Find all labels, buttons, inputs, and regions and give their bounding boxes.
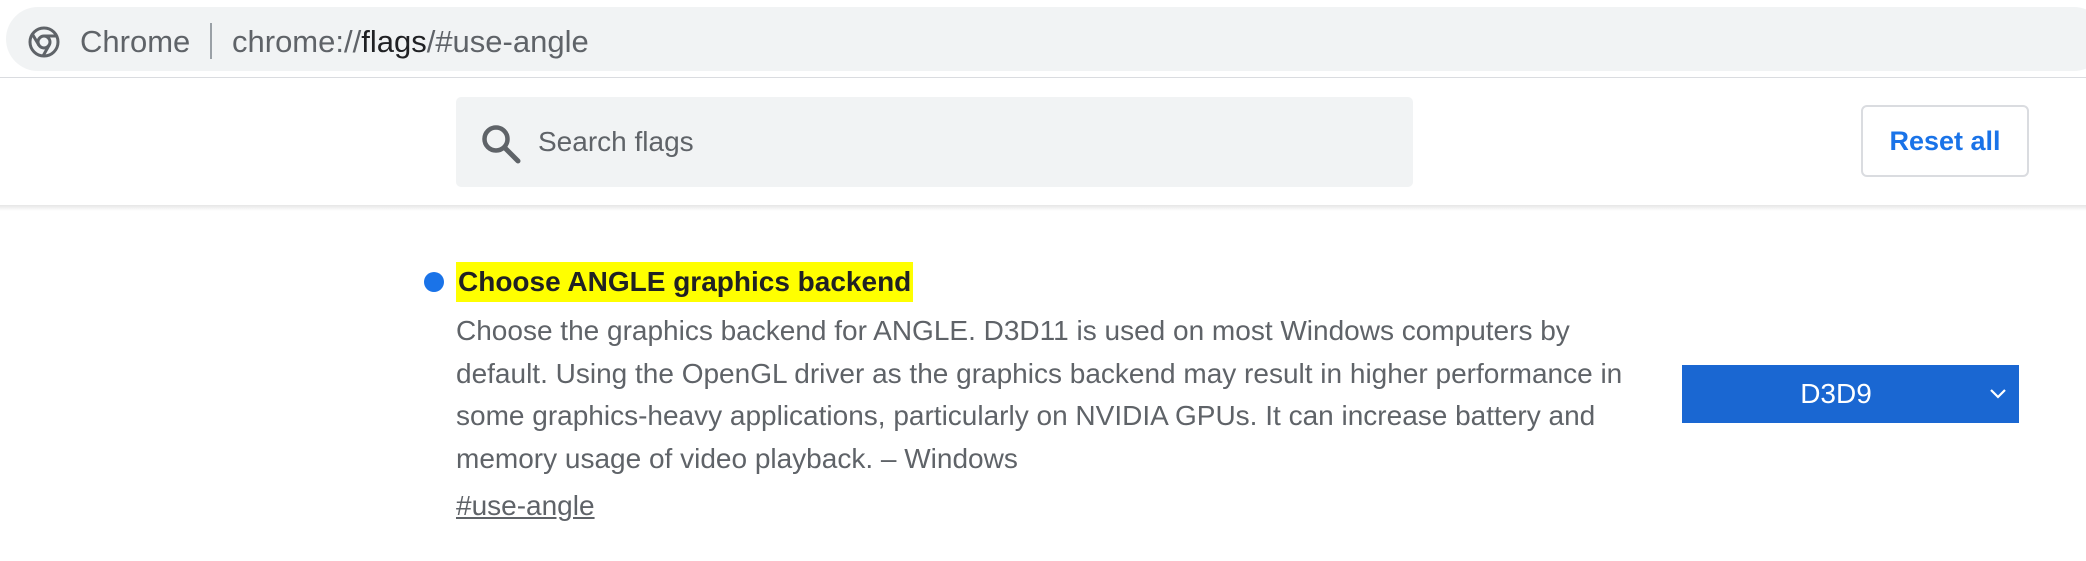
search-icon [482,125,521,164]
omnibox[interactable]: Chrome chrome://flags/#use-angle [6,7,2086,71]
url-host: flags [361,24,427,59]
url-scheme: chrome:// [232,24,362,59]
experiment-option-select[interactable]: D3D9 [1682,365,2019,423]
chevron-down-icon [1990,389,2006,399]
experiment-permalink[interactable]: #use-angle [456,486,595,526]
chrome-logo-icon [28,26,60,58]
experiment-description: Choose the graphics backend for ANGLE. D… [456,315,1623,474]
omnibox-divider [210,23,212,59]
search-box[interactable] [456,97,1413,187]
reset-all-button[interactable]: Reset all [1861,105,2029,177]
omnibox-site-name: Chrome [80,24,191,59]
omnibox-url[interactable]: chrome://flags/#use-angle [232,24,589,60]
experiment-title: Choose ANGLE graphics backend [456,262,914,302]
header-shadow [0,205,2086,211]
url-path: /#use-angle [426,24,589,59]
search-input[interactable] [538,97,1398,187]
modified-indicator-dot [424,272,444,292]
selected-option: D3D9 [1800,378,1872,409]
toolbar-divider [0,77,2086,78]
chrome-flags-page: Chrome chrome://flags/#use-angle Reset a… [0,0,2086,561]
